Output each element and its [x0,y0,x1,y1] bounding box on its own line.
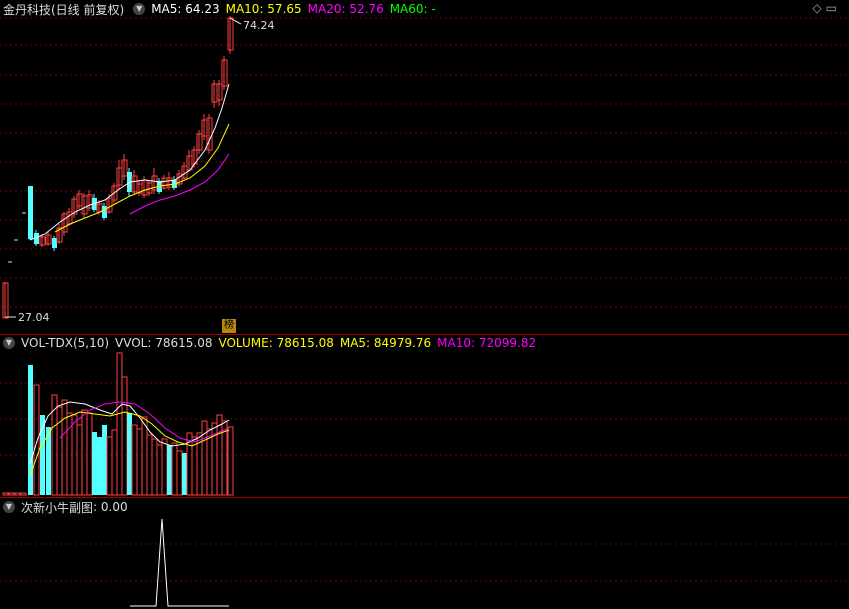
volume-chart[interactable] [0,338,849,498]
rank-badge[interactable]: 榜 [222,319,236,333]
volume-bar [20,492,27,496]
volume-bar [161,438,168,496]
volume-bar [127,413,132,495]
volume-bar [121,376,128,496]
volume-bar [156,444,163,496]
volume-bar [2,492,9,496]
volume-bar [131,424,138,496]
candle-body [102,206,107,218]
volume-bar [106,436,113,496]
volume-bar [76,424,83,496]
volume-bar [111,429,118,496]
volume-bar [167,445,172,495]
volume-bar [33,384,40,496]
volume-bar [227,426,234,496]
high-price-label: 74.24 [243,19,275,32]
volume-bar [86,412,93,496]
high-arrow [229,17,242,25]
sub-chart[interactable] [0,499,849,609]
volume-bar [56,406,63,496]
volume-bar [176,450,183,496]
volume-bar [81,409,88,496]
volume-bar [61,399,68,496]
volume-bar [102,425,107,495]
volume-bar [136,428,143,496]
volume-bar [171,442,178,496]
volume-bar [182,453,187,495]
volume-bar [116,352,123,496]
ma10-line [54,123,230,233]
ma5-line [29,83,230,241]
candle-body [52,238,57,248]
volume-bar [14,492,21,496]
low-price-label: 27.04 [18,311,50,324]
vol-ma20-line [59,401,230,443]
signal-line [130,518,229,607]
candle-body [28,186,33,239]
volume-bar [146,434,153,496]
volume-bar [92,432,97,495]
volume-bar [141,416,148,496]
volume-bar [151,438,158,496]
price-chart[interactable]: 74.24 27.04 [0,0,849,336]
volume-bar [97,437,102,495]
volume-bar [8,492,15,496]
